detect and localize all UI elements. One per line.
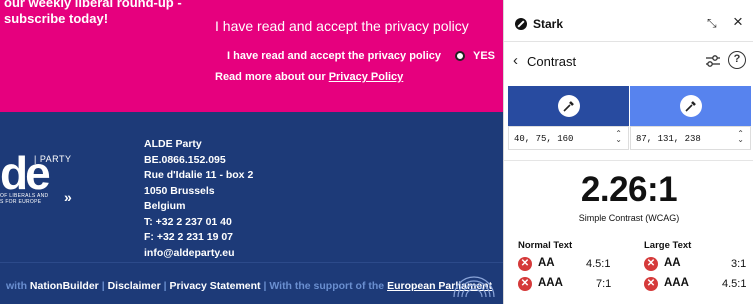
help-icon[interactable]: ? — [728, 51, 746, 69]
newsletter-promo: our weekly liberal round-up - subscribe … — [4, 0, 182, 27]
required-ratio: 7:1 — [596, 278, 612, 290]
privacy-radio[interactable] — [454, 51, 465, 61]
stark-panel: Stark ⤡ × ‹ Contrast ? 40, 75, 160 ⌃ ⌄ 8… — [503, 0, 753, 304]
required-ratio: 4.5:1 — [722, 278, 747, 290]
level-label: AAA — [538, 277, 563, 289]
address-line: 1050 Brussels — [144, 184, 215, 197]
close-icon[interactable]: × — [733, 13, 743, 30]
normal-text-heading: Normal Text — [518, 240, 573, 251]
stepper-icon[interactable]: ⌃ ⌄ — [615, 131, 622, 145]
footer-with: with — [6, 280, 27, 292]
address-line: T: +32 2 237 01 40 — [144, 215, 232, 228]
logo-subtitle: OF LIBERALS AND S FOR EUROPE — [0, 193, 48, 205]
stepper-icon[interactable]: ⌃ ⌄ — [737, 131, 744, 145]
privacy-policy-link[interactable]: Privacy Policy — [329, 71, 404, 83]
promo-line-1: our weekly liberal round-up - — [4, 0, 182, 10]
contrast-ratio-label: Simple Contrast (WCAG) — [578, 213, 680, 223]
address-line: BE.0866.152.095 — [144, 153, 226, 166]
separator: | — [263, 280, 267, 292]
level-label: AAA — [664, 277, 689, 289]
stark-logo-icon — [515, 18, 527, 30]
support-text: With the support of the — [269, 280, 385, 292]
nationbuilder-link[interactable]: NationBuilder — [30, 280, 99, 292]
address-line: Rue d'Idalie 11 - box 2 — [144, 169, 254, 181]
eyedropper-icon[interactable] — [679, 95, 702, 117]
european-parliament-logo-icon — [453, 276, 495, 298]
separator: | — [163, 280, 167, 292]
privacy-consent-label: I have read and accept the privacy polic… — [227, 50, 441, 62]
normal-aaa-row: ✕ AAA 7:1 — [518, 276, 628, 294]
background-rgb-value: 87, 131, 238 — [636, 134, 701, 144]
email-link[interactable]: info@aldeparty.eu — [144, 246, 253, 262]
read-more-prefix: Read more about our — [215, 71, 326, 83]
eyedropper-icon[interactable] — [557, 95, 580, 117]
privacy-statement-link[interactable]: Privacy Statement — [169, 280, 260, 292]
foreground-rgb-input[interactable]: 40, 75, 160 ⌃ ⌄ — [508, 126, 629, 150]
fail-icon: ✕ — [518, 257, 532, 271]
privacy-heading: I have read and accept the privacy polic… — [215, 18, 469, 34]
foreground-rgb-value: 40, 75, 160 — [514, 134, 574, 144]
nav-title: Contrast — [527, 54, 577, 69]
address-line: Belgium — [144, 200, 186, 212]
promo-line-2: subscribe today! — [4, 11, 109, 26]
required-ratio: 3:1 — [731, 258, 747, 270]
panel-nav: ‹ Contrast ? — [504, 42, 753, 82]
fail-icon: ✕ — [518, 277, 532, 291]
contrast-ratio: 2.26:1 — [580, 170, 678, 209]
sliders-icon[interactable] — [704, 52, 722, 70]
separator: | — [101, 280, 105, 292]
required-ratio: 4.5:1 — [586, 258, 611, 270]
normal-aa-row: ✕ AA 4.5:1 — [518, 256, 628, 274]
fail-icon: ✕ — [644, 277, 658, 291]
privacy-consent-row: I have read and accept the privacy polic… — [227, 50, 517, 62]
yes-label: YES — [472, 50, 495, 62]
address-block: ALDE Party BE.0866.152.095 Rue d'Idalie … — [144, 137, 253, 261]
footer-links: with NationBuilder | Disclaimer | Privac… — [6, 280, 492, 292]
chevron-left-icon[interactable]: ‹ — [513, 52, 518, 69]
large-text-heading: Large Text — [644, 240, 692, 251]
level-label: AA — [664, 257, 681, 269]
panel-title: Stark — [533, 17, 564, 31]
logo-subtitle-2: S FOR EUROPE — [0, 199, 42, 205]
panel-header: Stark ⤡ × — [504, 0, 753, 42]
collapse-icon[interactable]: ⤡ — [707, 16, 717, 31]
large-aa-row: ✕ AA 3:1 — [644, 256, 753, 274]
level-label: AA — [538, 257, 555, 269]
background-swatch[interactable] — [630, 86, 751, 126]
alde-logo: de | PARTY OF LIBERALS AND S FOR EUROPE … — [0, 140, 110, 210]
address-line: ALDE Party — [144, 138, 202, 150]
large-aaa-row: ✕ AAA 4.5:1 — [644, 276, 753, 294]
divider — [504, 160, 753, 161]
fail-icon: ✕ — [644, 257, 658, 271]
background-rgb-input[interactable]: 87, 131, 238 ⌃ ⌄ — [630, 126, 751, 150]
chevron-right-icon: » — [64, 189, 72, 205]
read-more-privacy: Read more about our Privacy Policy — [215, 71, 403, 83]
address-line: F: +32 2 231 19 07 — [144, 231, 234, 243]
disclaimer-link[interactable]: Disclaimer — [108, 280, 161, 292]
logo-party-text: | PARTY — [34, 154, 72, 164]
foreground-swatch[interactable] — [508, 86, 629, 126]
